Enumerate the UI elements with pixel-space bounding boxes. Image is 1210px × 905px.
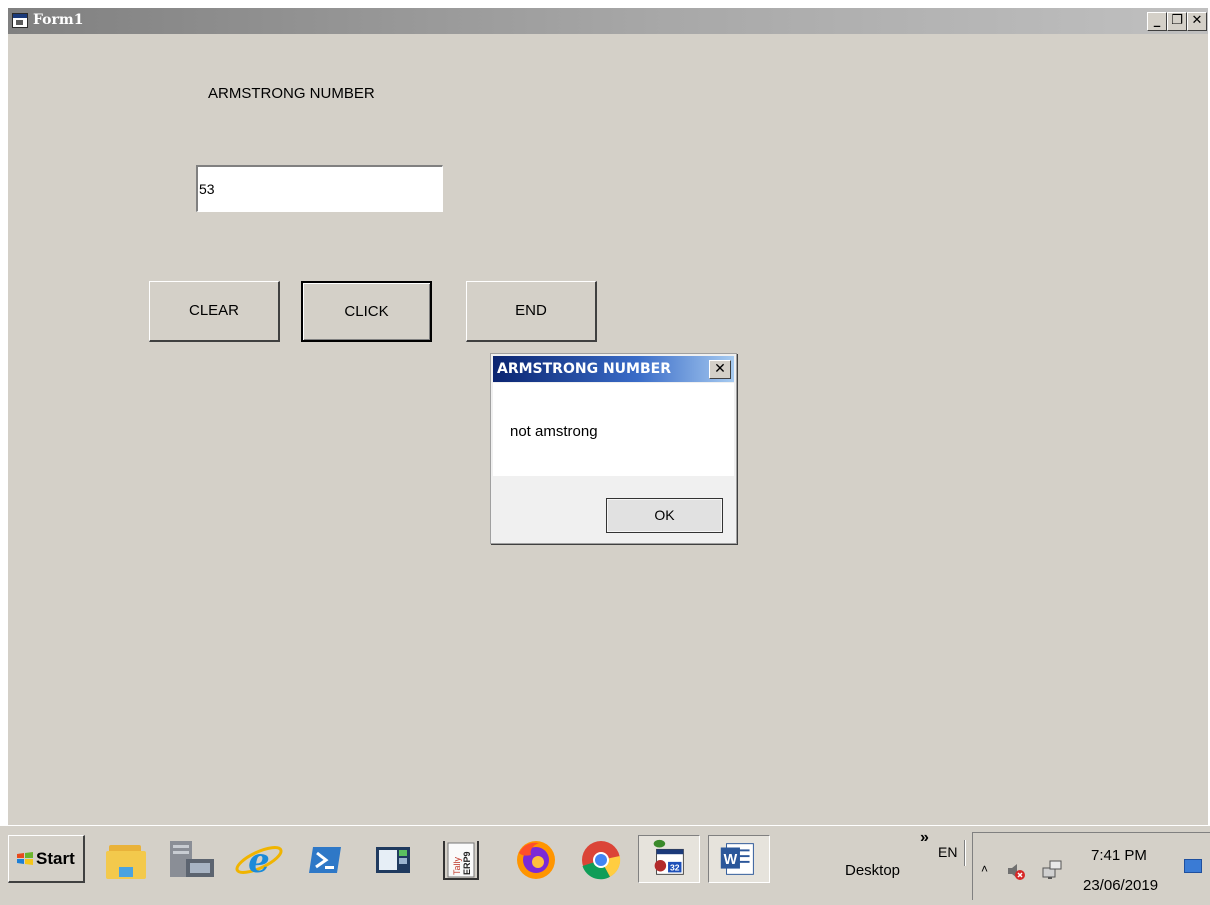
message-box-close-button[interactable]: ✕ <box>709 360 731 379</box>
toolbar-chevron-icon[interactable]: » <box>920 829 929 847</box>
close-button[interactable]: ✕ <box>1187 12 1207 31</box>
word-icon[interactable]: W <box>708 835 770 883</box>
clock-date[interactable]: 23/06/2019 <box>1083 877 1158 894</box>
taskbar: Start e Tally ERP9 32 W Desktop » EN ˄ 7… <box>0 825 1210 905</box>
show-desktop-button[interactable] <box>1184 859 1202 873</box>
chrome-icon[interactable] <box>570 835 632 883</box>
svg-text:ERP9: ERP9 <box>462 851 472 875</box>
system-tray: ˄ 7:41 PM 23/06/2019 <box>972 832 1210 900</box>
ok-button[interactable]: OK <box>606 498 723 533</box>
app-window-icon[interactable] <box>362 835 424 883</box>
network-icon[interactable] <box>1041 858 1063 880</box>
minimize-button[interactable]: _ <box>1147 12 1167 31</box>
svg-text:32: 32 <box>670 863 680 873</box>
server-manager-icon[interactable] <box>160 835 222 883</box>
clear-button[interactable]: CLEAR <box>149 281 280 342</box>
window-title: Form1 <box>33 12 84 28</box>
form-icon <box>12 13 28 28</box>
tally-erp9-icon[interactable]: Tally ERP9 <box>430 835 492 883</box>
file-explorer-icon[interactable] <box>95 835 157 883</box>
desktop-toolbar-label[interactable]: Desktop <box>845 862 900 879</box>
message-box: ARMSTRONG NUMBER ✕ not amstrong OK <box>490 353 737 544</box>
message-box-body: not amstrong <box>493 383 734 476</box>
tray-expand-icon[interactable]: ˄ <box>981 862 988 876</box>
message-box-title-bar[interactable]: ARMSTRONG NUMBER ✕ <box>493 356 734 382</box>
end-button[interactable]: END <box>466 281 597 342</box>
taskbar-separator <box>964 840 966 866</box>
armstrong-number-label: ARMSTRONG NUMBER <box>208 85 375 102</box>
firefox-icon[interactable] <box>505 835 567 883</box>
internet-explorer-icon[interactable]: e <box>228 835 290 883</box>
svg-text:Tally: Tally <box>452 856 462 875</box>
restore-button[interactable]: ❐ <box>1167 12 1187 31</box>
title-bar[interactable]: Form1 _ ❐ ✕ <box>8 8 1208 34</box>
number-input[interactable] <box>196 165 443 212</box>
clock-time[interactable]: 7:41 PM <box>1091 847 1147 864</box>
windows-logo-icon <box>17 852 33 865</box>
volume-muted-icon[interactable] <box>1005 860 1027 882</box>
svg-text:e: e <box>248 841 270 881</box>
start-label: Start <box>36 849 75 868</box>
message-text: not amstrong <box>510 423 598 440</box>
message-box-title: ARMSTRONG NUMBER <box>497 361 671 377</box>
form1-window: Form1 _ ❐ ✕ ARMSTRONG NUMBER CLEAR CLICK… <box>8 8 1208 825</box>
vb-project-icon[interactable]: 32 <box>638 835 700 883</box>
start-button[interactable]: Start <box>8 835 85 883</box>
click-button[interactable]: CLICK <box>301 281 432 342</box>
powershell-icon[interactable] <box>295 835 357 883</box>
svg-text:W: W <box>724 852 738 868</box>
language-indicator[interactable]: EN <box>938 844 957 860</box>
